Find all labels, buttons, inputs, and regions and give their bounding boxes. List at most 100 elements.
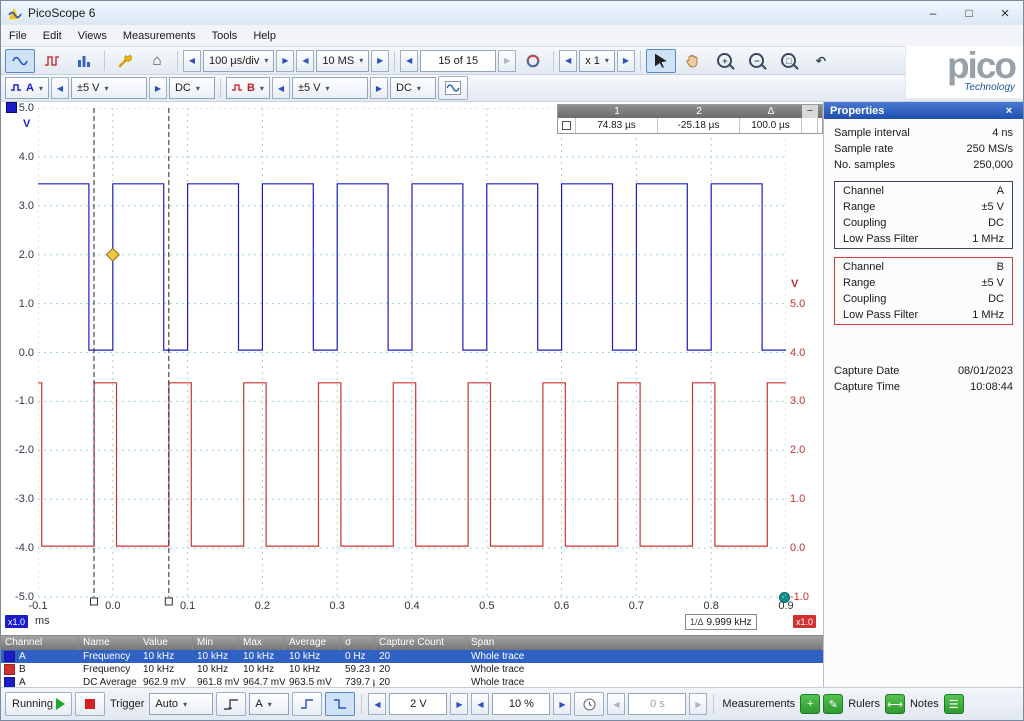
- signal-generator-button[interactable]: [438, 76, 468, 100]
- channel-a-range-decrease[interactable]: [51, 77, 69, 99]
- add-measurement-button[interactable]: +: [800, 694, 820, 714]
- falling-edge-button[interactable]: [325, 692, 355, 716]
- normal-selection-tool-button[interactable]: [646, 49, 676, 73]
- y-axis-left-tick-label: 4.0: [1, 151, 34, 163]
- timebase-increase-button[interactable]: [276, 50, 294, 72]
- samples-dropdown[interactable]: 10 MS: [316, 50, 369, 72]
- channel-b-coupling-dropdown[interactable]: DC: [390, 77, 436, 99]
- rising-edge-button[interactable]: [292, 692, 322, 716]
- measurement-row[interactable]: B Frequency 10 kHz 10 kHz 10 kHz 10 kHz …: [1, 663, 823, 676]
- rulers-button[interactable]: ⟷: [885, 694, 905, 714]
- time-ruler-handle[interactable]: [91, 598, 98, 605]
- holdoff-decrease[interactable]: [607, 693, 625, 715]
- pretrigger-increase[interactable]: [553, 693, 571, 715]
- right-axis-scale-badge[interactable]: x1.0: [793, 615, 816, 628]
- property-label: No. samples: [834, 159, 895, 171]
- left-axis-scale-badge[interactable]: x1.0: [5, 615, 28, 628]
- hand-tool-button[interactable]: [678, 49, 708, 73]
- channel-b-range-increase[interactable]: [370, 77, 388, 99]
- right-axis-unit: V: [791, 278, 798, 290]
- cursor-arrow-icon: [655, 54, 667, 68]
- measurement-sigma: 0 Hz: [341, 650, 375, 663]
- time-ruler-readout[interactable]: 1 2 Δ 74.83 µs -25.18 µs 100.0 µs: [557, 104, 823, 134]
- menu-help[interactable]: Help: [245, 28, 284, 44]
- channel-a-range-increase[interactable]: [149, 77, 167, 99]
- property-value: 250,000: [973, 159, 1013, 171]
- property-value: DC: [988, 293, 1004, 305]
- scope-view-button[interactable]: [5, 49, 35, 73]
- home-button[interactable]: [142, 49, 172, 73]
- holdoff-increase[interactable]: [689, 693, 707, 715]
- ruler-handle-icon: [558, 118, 576, 133]
- property-value: ±5 V: [981, 277, 1004, 289]
- holdoff-field[interactable]: 0 s: [628, 693, 686, 715]
- buffer-next-button[interactable]: [498, 50, 516, 72]
- main-area: V V 5.04.03.02.01.00.0-1.0-2.0-3.0-4.0-5…: [1, 102, 1023, 687]
- stop-button[interactable]: [75, 692, 105, 716]
- notes-button[interactable]: ☰: [944, 694, 964, 714]
- trigger-marker[interactable]: [106, 248, 119, 261]
- buffer-previous-button[interactable]: [400, 50, 418, 72]
- minimize-button[interactable]: [915, 1, 951, 25]
- zoom-decrease-button[interactable]: [559, 50, 577, 72]
- ruler2-header: 2: [658, 105, 740, 118]
- trigger-level-decrease[interactable]: [368, 693, 386, 715]
- pretrigger-decrease[interactable]: [471, 693, 489, 715]
- trigger-mode-dropdown[interactable]: Auto: [149, 693, 213, 715]
- menu-edit[interactable]: Edit: [35, 28, 70, 44]
- spectrum-view-button[interactable]: [69, 49, 99, 73]
- y-axis-left-tick-label: -4.0: [1, 542, 34, 554]
- pretrigger-field[interactable]: 10 %: [492, 693, 550, 715]
- edit-measurement-button[interactable]: ✎: [823, 694, 843, 714]
- timebase-dropdown[interactable]: 100 µs/div: [203, 50, 274, 72]
- channel-a-trace-icon: [11, 83, 21, 93]
- measurement-row[interactable]: A Frequency 10 kHz 10 kHz 10 kHz 10 kHz …: [1, 650, 823, 663]
- close-button[interactable]: [987, 1, 1023, 25]
- menu-file[interactable]: File: [1, 28, 35, 44]
- persistence-view-button[interactable]: [37, 49, 67, 73]
- zoom-in-tool-button[interactable]: +: [710, 49, 740, 73]
- start-stop-button[interactable]: Running: [5, 692, 72, 716]
- channel-b-range-decrease[interactable]: [272, 77, 290, 99]
- samples-decrease-button[interactable]: [296, 50, 314, 72]
- menu-measurements[interactable]: Measurements: [115, 28, 204, 44]
- channel-b-menu[interactable]: B: [226, 77, 270, 99]
- trigger-timing-button[interactable]: [574, 692, 604, 716]
- time-ruler-handle[interactable]: [165, 598, 172, 605]
- property-row: Sample interval4 ns: [824, 125, 1023, 141]
- channel-a-range-dropdown[interactable]: ±5 V: [71, 77, 147, 99]
- channel-b-range-dropdown[interactable]: ±5 V: [292, 77, 368, 99]
- channel-a-menu[interactable]: A: [5, 77, 49, 99]
- channel-a-coupling-dropdown[interactable]: DC: [169, 77, 215, 99]
- property-label: Channel: [843, 261, 884, 273]
- channel-b-trace: [38, 383, 786, 546]
- y-axis-right-tick-label: 1.0: [790, 493, 822, 505]
- samples-increase-button[interactable]: [371, 50, 389, 72]
- hand-icon: [686, 54, 699, 68]
- property-value: DC: [988, 217, 1004, 229]
- measurement-span: Whole trace: [467, 663, 823, 676]
- undo-zoom-button[interactable]: [806, 49, 836, 73]
- zoom-out-tool-button[interactable]: −: [742, 49, 772, 73]
- zoom-increase-button[interactable]: [617, 50, 635, 72]
- maximize-button[interactable]: [951, 1, 987, 25]
- trigger-level-increase[interactable]: [450, 693, 468, 715]
- buffer-position-field[interactable]: 15 of 15: [420, 50, 496, 72]
- buffer-navigator-button[interactable]: [518, 49, 548, 73]
- trigger-source-dropdown[interactable]: A: [249, 693, 289, 715]
- zoom-dropdown[interactable]: x 1: [579, 50, 615, 72]
- marquee-zoom-tool-button[interactable]: □: [774, 49, 804, 73]
- timebase-decrease-button[interactable]: [183, 50, 201, 72]
- menu-views[interactable]: Views: [70, 28, 115, 44]
- property-value: 1 MHz: [972, 309, 1004, 321]
- properties-close-button[interactable]: [1001, 105, 1017, 117]
- ruler-readout-minimize-button[interactable]: [802, 105, 818, 118]
- holdoff-value: 0 s: [650, 698, 665, 710]
- trigger-level-field[interactable]: 2 V: [389, 693, 447, 715]
- play-icon: [56, 698, 65, 710]
- setup-wizard-button[interactable]: [110, 49, 140, 73]
- advanced-trigger-button[interactable]: [216, 692, 246, 716]
- property-value: 4 ns: [992, 127, 1013, 139]
- menu-tools[interactable]: Tools: [204, 28, 246, 44]
- running-label: Running: [12, 698, 53, 710]
